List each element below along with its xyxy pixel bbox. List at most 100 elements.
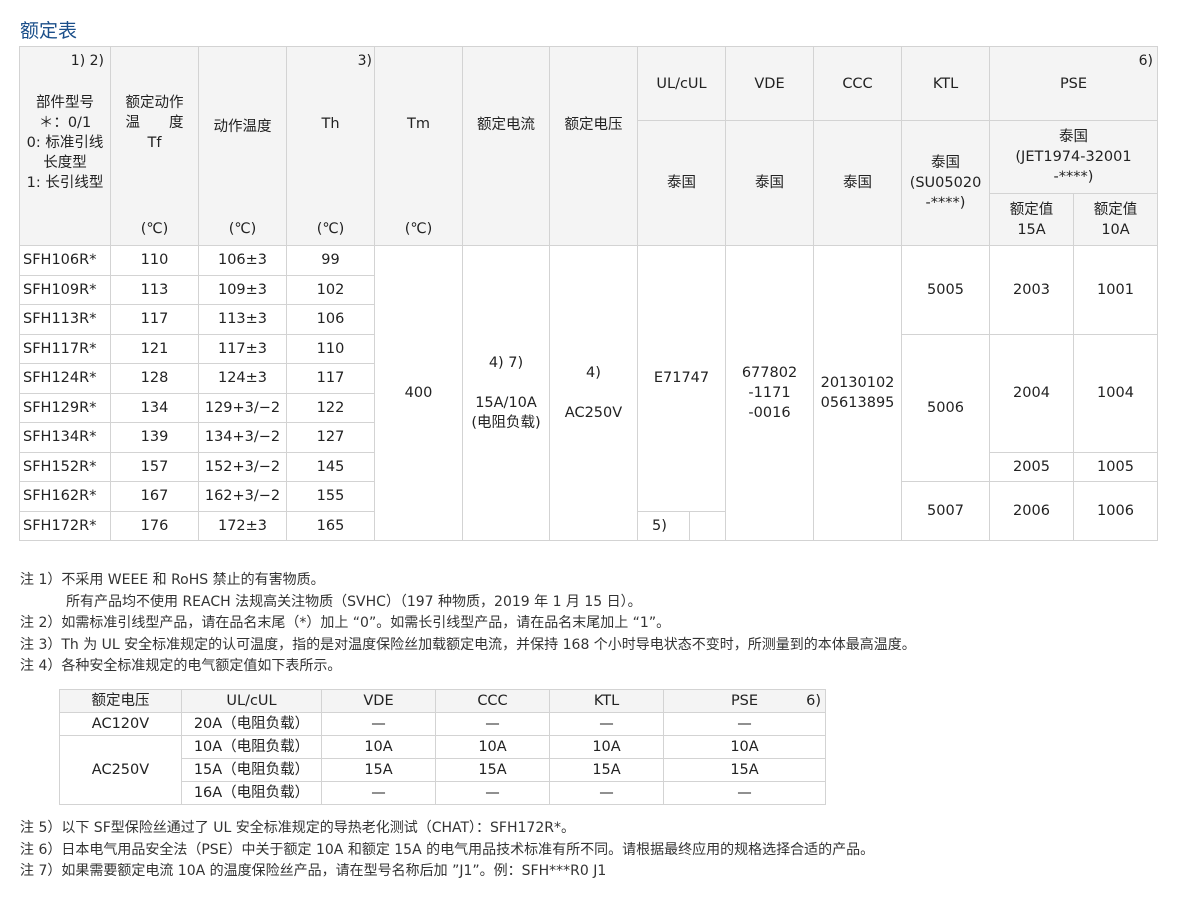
notes-bottom: 注 5）以下 SF型保险丝通过了 UL 安全标准规定的导热老化测试（CHAT）：…	[20, 818, 874, 883]
header-vde: VDE	[725, 46, 814, 121]
table-row: AC250V 10A（电阻负载） 10A 10A 10A 10A	[59, 735, 826, 805]
pse15-value-2006: 2006	[989, 481, 1074, 541]
sub-ccc: 15A	[435, 758, 550, 782]
th-value: 122	[286, 392, 375, 423]
sub-pse: —	[663, 712, 826, 736]
tf-value: 157	[110, 451, 199, 482]
notes-top: 注 1）不采用 WEEE 和 RoHS 禁止的有害物质。 所有产品均不使用 RE…	[20, 570, 916, 678]
header-ktl-country: 泰国 (SU05020 -****)	[901, 120, 990, 246]
part-number: SFH172R*	[19, 510, 111, 541]
rating-table: 1) 2) 部件型号 ＊：0/1 0: 标准引线 长度型 1: 长引线型 额定动…	[19, 46, 1158, 541]
part-number: SFH152R*	[19, 451, 111, 482]
note-6: 注 6）日本电气用品安全法（PSE）中关于额定 10A 和额定 15A 的电气用…	[20, 841, 875, 858]
pse10-value-1001: 1001	[1073, 245, 1158, 335]
th-value: 155	[286, 481, 375, 512]
tf-value: 110	[110, 245, 199, 276]
part-number: SFH129R*	[19, 392, 111, 423]
op-temp-value: 162+3/−2	[198, 481, 287, 512]
note-1-cont: 所有产品均不使用 REACH 法规高关注物质（SVHC）（197 种物质，201…	[66, 593, 642, 610]
part-number: SFH106R*	[19, 245, 111, 276]
tf-value: 113	[110, 274, 199, 305]
header-pse-10a: 额定值 10A	[1073, 193, 1158, 246]
header-tf: 额定动作 温 度 Tf (℃)	[110, 46, 199, 246]
tf-value: 139	[110, 422, 199, 453]
tm-value: 400	[374, 245, 463, 541]
th-value: 102	[286, 274, 375, 305]
sub-ktl: —	[549, 781, 664, 805]
th-value: 127	[286, 422, 375, 453]
part-number: SFH134R*	[19, 422, 111, 453]
sub-ul: 15A（电阻负载）	[181, 758, 322, 782]
part-number: SFH162R*	[19, 481, 111, 512]
tf-value: 121	[110, 333, 199, 364]
ul-file-number: E71747	[637, 245, 726, 512]
header-ccc-country: 泰国	[813, 120, 902, 246]
ktl-value-5007: 5007	[901, 481, 990, 541]
op-temp-value: 106±3	[198, 245, 287, 276]
sub-ktl: 15A	[549, 758, 664, 782]
header-pse: 6) PSE	[989, 46, 1158, 121]
sub-ccc: —	[435, 781, 550, 805]
sub-header-ul: UL/cUL	[181, 689, 322, 713]
ktl-value-5006: 5006	[901, 333, 990, 482]
sub-ccc: 10A	[435, 735, 550, 759]
sub-vde: —	[321, 712, 436, 736]
rated-current-value: 4) 7) 15A/10A (电阻负载)	[462, 245, 550, 541]
th-value: 117	[286, 363, 375, 394]
sub-ul: 10A（电阻负载）	[181, 735, 322, 759]
header-rated-voltage: 额定电压	[549, 46, 638, 246]
pse15-value-2003: 2003	[989, 245, 1074, 335]
vde-number: 677802 -1171 -0016	[725, 245, 814, 541]
part-number: SFH124R*	[19, 363, 111, 394]
sub-pse: —	[663, 781, 826, 805]
sub-ul: 16A（电阻负载）	[181, 781, 322, 805]
sub-vde: 10A	[321, 735, 436, 759]
header-part-number: 1) 2) 部件型号 ＊：0/1 0: 标准引线 长度型 1: 长引线型	[19, 46, 111, 246]
th-value: 99	[286, 245, 375, 276]
sub-ccc: —	[435, 712, 550, 736]
op-temp-value: 113±3	[198, 304, 287, 335]
note-3: 注 3）Th 为 UL 安全标准规定的认可温度，指的是对温度保险丝加载额定电流，…	[20, 636, 916, 653]
op-temp-value: 134+3/−2	[198, 422, 287, 453]
header-pse-15a: 额定值 15A	[989, 193, 1074, 246]
pse10-value-1006: 1006	[1073, 481, 1158, 541]
tf-value: 128	[110, 363, 199, 394]
ktl-value-5005: 5005	[901, 245, 990, 335]
part-number: SFH117R*	[19, 333, 111, 364]
pse10-value-1004: 1004	[1073, 333, 1158, 453]
header-ul: UL/cUL	[637, 46, 726, 121]
note-5: 注 5）以下 SF型保险丝通过了 UL 安全标准规定的导热老化测试（CHAT）：…	[20, 820, 575, 836]
sub-voltage: AC250V	[59, 735, 182, 805]
ul-chat-note: 5)	[637, 510, 726, 541]
header-th: 3) Th (℃)	[286, 46, 375, 246]
header-ktl: KTL	[901, 46, 990, 121]
header-ccc: CCC	[813, 46, 902, 121]
th-value: 110	[286, 333, 375, 364]
op-temp-value: 124±3	[198, 363, 287, 394]
pse10-value-1005: 1005	[1073, 451, 1158, 482]
header-tm: Tm (℃)	[374, 46, 463, 246]
part-number: SFH109R*	[19, 274, 111, 305]
sub-pse: 10A	[663, 735, 826, 759]
sub-header-voltage: 额定电压	[59, 689, 182, 713]
table-row: SFH106R* 110 106±3 99 400 4) 7) 15A/10A …	[19, 245, 1158, 541]
th-value: 106	[286, 304, 375, 335]
table-row: AC120V 20A（电阻负载） — — — —	[59, 712, 826, 736]
tf-value: 167	[110, 481, 199, 512]
sub-ktl: 10A	[549, 735, 664, 759]
part-number: SFH113R*	[19, 304, 111, 335]
th-value: 165	[286, 510, 375, 541]
pse15-value-2005: 2005	[989, 451, 1074, 482]
note-4: 注 4）各种安全标准规定的电气额定值如下表所示。	[20, 658, 342, 674]
sub-header-pse: PSE 6)	[663, 689, 826, 713]
electrical-rating-table: 额定电压 UL/cUL VDE CCC KTL PSE 6) AC120V 20…	[59, 689, 826, 805]
op-temp-value: 172±3	[198, 510, 287, 541]
header-ul-country: 泰国	[637, 120, 726, 246]
tf-value: 134	[110, 392, 199, 423]
op-temp-value: 109±3	[198, 274, 287, 305]
sub-vde: 15A	[321, 758, 436, 782]
tf-value: 117	[110, 304, 199, 335]
note-2: 注 2）如需标准引线型产品，请在品名末尾（*）加上 “0”。如需长引线型产品，请…	[20, 615, 671, 631]
note-7: 注 7）如果需要额定电流 10A 的温度保险丝产品，请在型号名称后加 ”J1”。…	[20, 863, 607, 879]
header-operating-temp: 动作温度 (℃)	[198, 46, 287, 246]
